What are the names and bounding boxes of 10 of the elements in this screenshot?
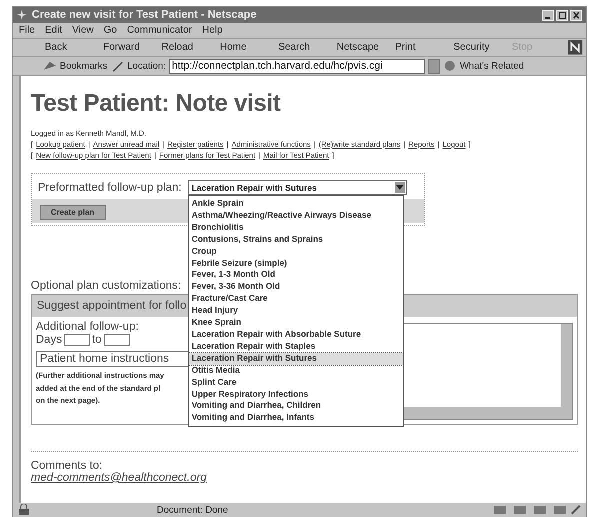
follow-up-label: Additional follow-up:	[36, 321, 140, 333]
window-title: Create new visit for Test Patient - Netscape	[32, 9, 258, 21]
plan-label: Preformatted follow-up plan:	[38, 182, 182, 194]
days-label: Days	[36, 334, 62, 346]
status-text: Document: Done	[157, 504, 230, 516]
customizations-title: Optional plan customizations:	[31, 280, 182, 292]
page-heading: Test Patient: Note visit	[31, 90, 282, 118]
to-label: to	[92, 334, 102, 346]
comments-label: Comments to:	[31, 460, 104, 472]
location-label: Location:	[128, 60, 166, 72]
